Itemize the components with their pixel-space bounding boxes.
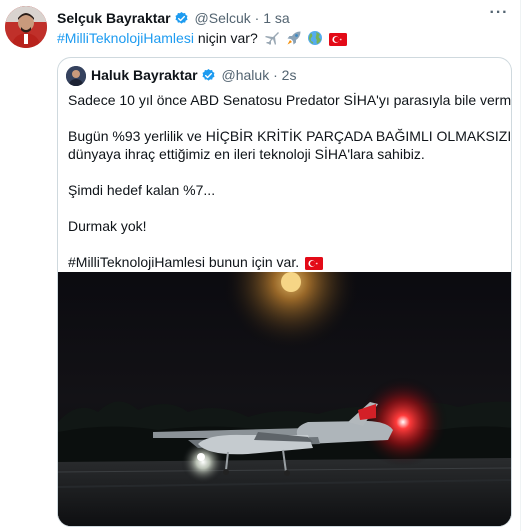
- separator-dot: ·: [273, 67, 278, 83]
- quoted-timestamp[interactable]: 2s: [282, 67, 297, 83]
- more-options-icon[interactable]: ···: [488, 5, 510, 24]
- quoted-line-4: Şimdi hedef kalan %7...: [68, 182, 216, 198]
- author-handle[interactable]: @Selcuk: [195, 10, 251, 26]
- verified-badge-icon: [174, 11, 189, 30]
- rocket-icon: [286, 30, 302, 50]
- author-avatar[interactable]: [5, 6, 47, 48]
- quoted-author-handle[interactable]: @haluk: [222, 67, 270, 83]
- author-name[interactable]: Selçuk Bayraktar: [57, 10, 171, 26]
- drone-photo[interactable]: [58, 272, 511, 526]
- airplane-icon: [264, 30, 280, 50]
- globe-icon: [307, 30, 323, 50]
- quoted-line-1: Sadece 10 yıl önce ABD Senatosu Predator…: [68, 92, 512, 108]
- verified-badge-icon: [201, 68, 216, 87]
- quoted-tweet-text: Sadece 10 yıl önce ABD Senatosu Predator…: [68, 91, 512, 274]
- tweet-header: Selçuk Bayraktar @Selcuk · 1 sa: [57, 9, 290, 30]
- separator-dot: ·: [254, 10, 260, 26]
- hashtag-link[interactable]: #MilliTeknolojiHamlesi: [57, 30, 194, 46]
- quoted-line-3: dünyaya ihraç ettiğimiz en ileri teknolo…: [68, 146, 425, 162]
- timestamp[interactable]: 1 sa: [263, 10, 289, 26]
- quoted-line-6: #MilliTeknolojiHamlesi bunun için var.: [68, 253, 508, 274]
- tweet-text: #MilliTeknolojiHamlesi niçin var?: [57, 29, 348, 50]
- quoted-author-name[interactable]: Haluk Bayraktar: [91, 67, 198, 83]
- quoted-line-2: Bugün %93 yerlilik ve HİÇBİR KRİTİK PARÇ…: [68, 128, 512, 144]
- quoted-hashtag-text: #MilliTeknolojiHamlesi bunun için var.: [68, 254, 300, 270]
- tweet-text-body: niçin var?: [193, 30, 258, 46]
- turkey-flag-icon: [329, 32, 348, 50]
- quoted-line-5: Durmak yok!: [68, 218, 147, 234]
- quoted-tweet[interactable]: Haluk Bayraktar @haluk · 2s Sadece 10 yı…: [57, 57, 512, 527]
- quoted-tweet-header: Haluk Bayraktar @haluk · 2s: [91, 66, 296, 87]
- tweet[interactable]: Selçuk Bayraktar @Selcuk · 1 sa ··· #Mil…: [0, 0, 521, 531]
- quoted-author-avatar[interactable]: [66, 66, 86, 86]
